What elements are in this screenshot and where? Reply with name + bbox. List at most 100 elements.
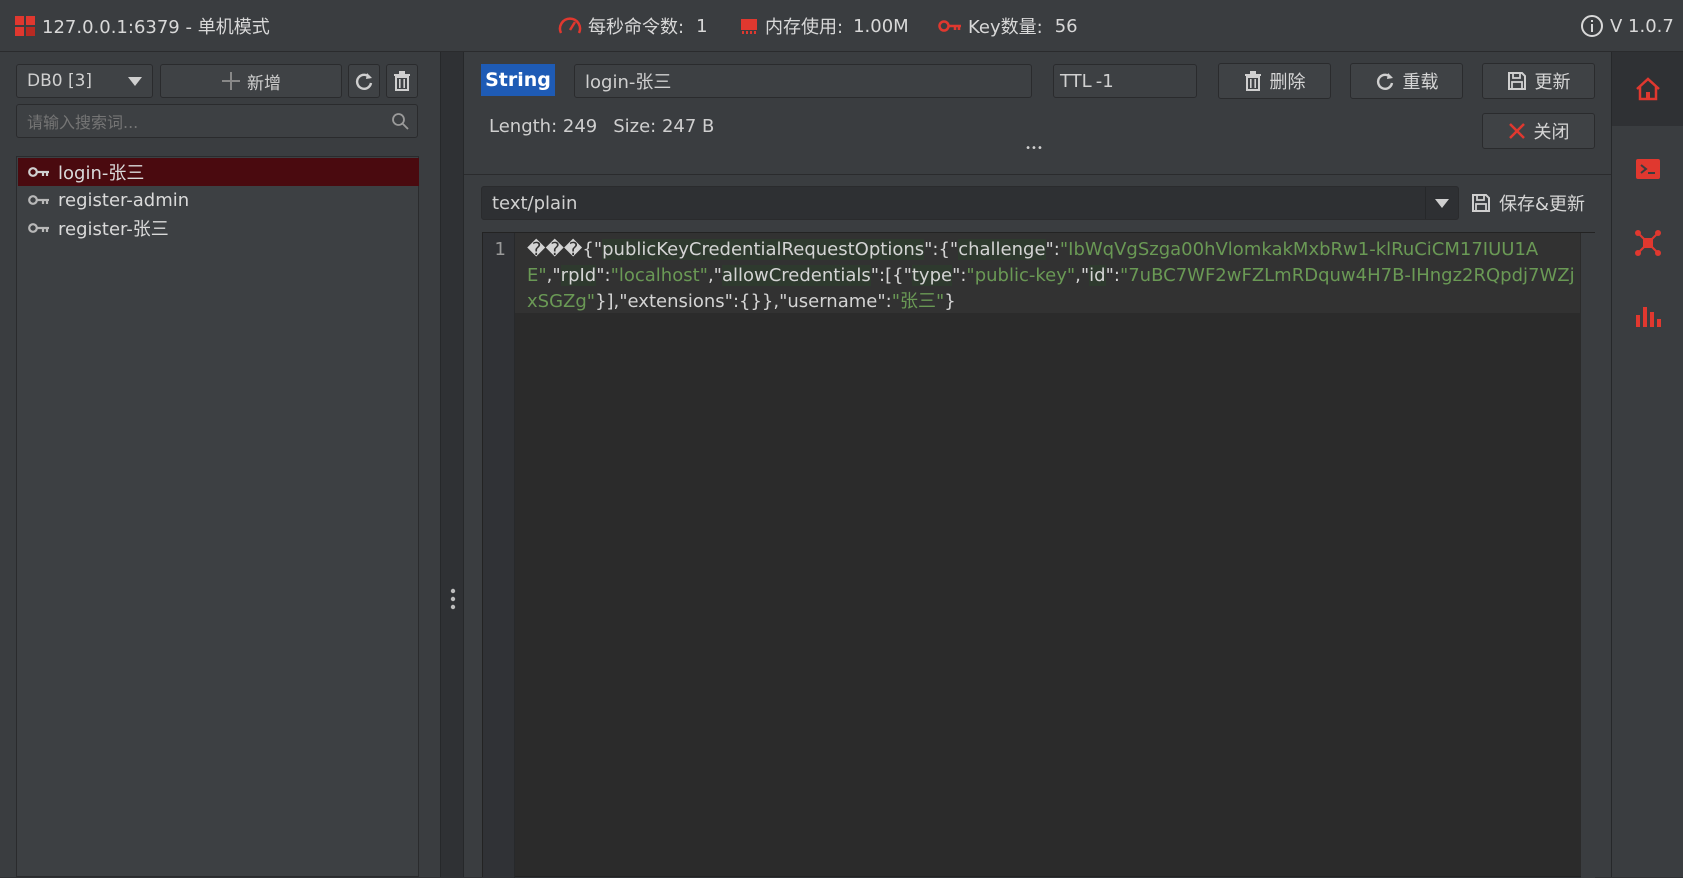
delete-keys-button[interactable] [386, 64, 418, 98]
ttl-value: -1 [1095, 70, 1114, 92]
nav-monitor[interactable] [1612, 280, 1683, 354]
connection-label: 127.0.0.1:6379 - 单机模式 [42, 17, 270, 38]
update-label: 更新 [1534, 72, 1571, 93]
panel-splitter[interactable] [440, 52, 464, 877]
json-key: type [911, 265, 953, 286]
json-key: rpId [560, 265, 597, 286]
reload-button[interactable]: 重载 [1350, 63, 1463, 99]
ops-label: 每秒命令数: [588, 17, 685, 38]
info-icon[interactable] [1580, 14, 1604, 38]
plus-icon [221, 71, 241, 91]
line-number: 1 [494, 239, 506, 260]
json-punctuation: ":{" [924, 239, 959, 260]
key-browser-panel: DB0 [3] 新增 login-张三 regis [0, 52, 440, 877]
nav-cluster[interactable] [1612, 206, 1683, 280]
add-key-label: 新增 [247, 73, 281, 94]
json-punctuation: ," [707, 265, 722, 286]
version-label: V 1.0.7 [1610, 15, 1674, 37]
top-bar: 127.0.0.1:6379 - 单机模式 每秒命令数: 1 内存使用: 1.0… [0, 0, 1683, 52]
format-select-value: text/plain [492, 192, 578, 214]
json-punctuation: ": [952, 265, 967, 286]
key-list-item[interactable]: register-admin [18, 186, 419, 214]
json-punctuation: ": [1105, 265, 1120, 286]
close-label: 关闭 [1533, 122, 1570, 143]
line-number-gutter: 1 [483, 233, 515, 878]
key-name: register-admin [58, 189, 190, 211]
key-name-value: login-张三 [585, 72, 672, 93]
json-punctuation: ":[{" [870, 265, 912, 286]
key-list-item[interactable]: login-张三 [18, 158, 419, 186]
trash-icon [1244, 71, 1262, 91]
code-content[interactable]: ���{"publicKeyCredentialRequestOptions":… [527, 237, 1577, 315]
json-punctuation: } [944, 291, 956, 312]
size-stat: Size: 247 B [613, 115, 715, 137]
json-punctuation: }],"extensions":{}},"username": [595, 291, 892, 312]
ttl-field[interactable]: TTL -1 [1053, 64, 1197, 98]
resize-handle[interactable]: ••• [1024, 142, 1044, 156]
ttl-label: TTL [1060, 70, 1092, 92]
db-select[interactable]: DB0 [3] [16, 64, 153, 98]
type-badge: String [481, 64, 555, 96]
key-count-label: Key数量: [968, 17, 1043, 38]
value-editor[interactable]: 1 ���{"publicKeyCredentialRequestOptions… [482, 232, 1595, 878]
trash-icon [393, 71, 411, 91]
format-select[interactable]: text/plain [481, 186, 1459, 220]
close-button[interactable]: 关闭 [1482, 113, 1595, 149]
json-string: "localhost" [610, 265, 708, 286]
chevron-down-icon [1425, 187, 1458, 219]
key-icon [28, 166, 50, 178]
refresh-icon [1375, 71, 1395, 91]
save-icon [1507, 71, 1527, 91]
key-name: register-张三 [58, 219, 169, 240]
key-list-item[interactable]: register-张三 [18, 214, 419, 242]
save-update-button[interactable]: 保存&更新 [1471, 186, 1585, 220]
delete-button[interactable]: 删除 [1218, 63, 1331, 99]
divider [464, 174, 1611, 175]
key-name: login-张三 [58, 163, 145, 184]
json-string: "张三" [891, 291, 945, 312]
ops-value: 1 [696, 15, 708, 37]
db-select-value: DB0 [3] [27, 71, 93, 91]
key-list [16, 156, 419, 877]
nav-home[interactable] [1612, 52, 1683, 126]
key-count-value: 56 [1054, 15, 1078, 37]
network-nodes-icon [1634, 229, 1662, 257]
editor-scrollbar[interactable] [1581, 233, 1595, 878]
drag-handle-icon[interactable] [450, 588, 456, 610]
refresh-keys-button[interactable] [348, 64, 380, 98]
json-key: publicKeyCredentialRequestOptions [602, 239, 925, 260]
search-field[interactable] [16, 104, 418, 138]
reload-label: 重载 [1402, 72, 1439, 93]
json-punctuation: ": [596, 265, 611, 286]
right-sidebar [1611, 52, 1683, 877]
add-key-button[interactable]: 新增 [160, 64, 342, 98]
value-stats: Length: 249 Size: 247 B [489, 112, 714, 140]
json-punctuation: ," [1075, 265, 1090, 286]
close-icon [1508, 122, 1526, 140]
memory-stat: 内存使用: 1.00M [739, 0, 909, 52]
memory-chip-icon [739, 16, 759, 36]
search-icon[interactable] [391, 112, 409, 130]
json-key: challenge [958, 239, 1046, 260]
nav-terminal[interactable] [1612, 132, 1683, 206]
bar-chart-icon [1634, 305, 1662, 329]
key-icon [28, 222, 50, 234]
key-count-stat: Key数量: 56 [938, 0, 1078, 52]
memory-value: 1.00M [853, 15, 909, 37]
chevron-down-icon [128, 77, 142, 86]
save-update-label: 保存&更新 [1499, 194, 1586, 215]
version-info[interactable]: V 1.0.7 [1580, 0, 1674, 52]
key-name-field[interactable]: login-张三 [574, 64, 1032, 98]
search-input[interactable] [25, 106, 384, 138]
key-icon [938, 19, 962, 33]
speedometer-icon [558, 15, 582, 37]
update-button[interactable]: 更新 [1482, 63, 1595, 99]
json-punctuation: ": [1045, 239, 1060, 260]
save-icon [1471, 193, 1491, 213]
delete-label: 删除 [1269, 72, 1306, 93]
length-stat: Length: 249 [489, 115, 598, 137]
terminal-icon [1635, 158, 1661, 180]
json-punctuation: ���{" [527, 239, 603, 260]
json-punctuation: ," [546, 265, 561, 286]
json-key: allowCredentials [721, 265, 871, 286]
